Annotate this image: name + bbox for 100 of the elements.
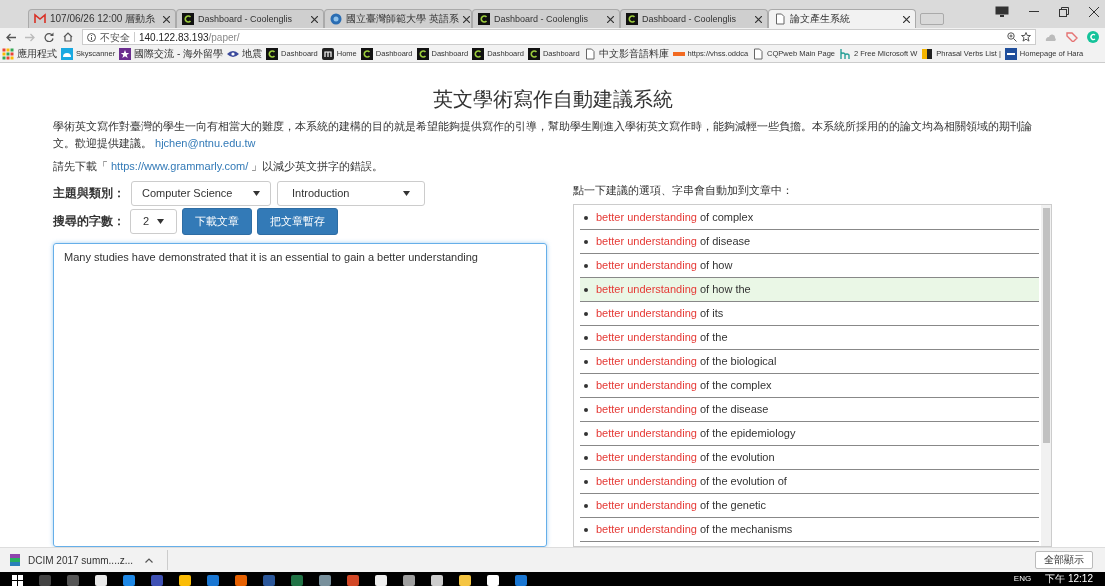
c-logo-icon <box>472 48 485 60</box>
zoom-icon[interactable] <box>1007 32 1017 42</box>
bookmark[interactable]: 中文影音語料庫 <box>583 48 669 60</box>
suggestion-item[interactable]: better understanding of the complex <box>580 374 1039 398</box>
suggestion-item[interactable]: better understanding of the biological <box>580 350 1039 374</box>
c-logo-icon <box>626 13 638 25</box>
bookmark[interactable]: 地震 <box>227 48 263 60</box>
grammarly-link[interactable]: https://www.grammarly.com/ <box>108 160 252 172</box>
back-icon[interactable] <box>6 32 16 42</box>
bullet-icon <box>584 359 588 364</box>
security-label: 不安全 <box>100 30 130 45</box>
globe-icon <box>330 13 342 25</box>
suggestion-item[interactable]: better understanding of the disease <box>580 398 1039 422</box>
tab-title: 107/06/26 12:00 層動糸 <box>50 13 157 25</box>
essay-textarea[interactable]: Many studies have demonstrated that it is an essential to gain a better understanding <box>53 243 547 547</box>
browser-tab[interactable]: Dashboard - Coolenglis <box>472 9 620 28</box>
close-icon[interactable] <box>462 15 470 23</box>
caret-icon <box>145 557 154 563</box>
info-icon <box>87 32 96 42</box>
c-logo-icon <box>527 48 540 60</box>
bullet-icon <box>584 263 588 268</box>
bookmark[interactable]: 國際交流 - 海外留學 <box>119 48 224 60</box>
apps-icon <box>2 48 14 60</box>
dropdown-icon <box>253 190 260 196</box>
cloud-icon <box>61 48 73 60</box>
grammarly-note: 請先下載「 https://www.grammarly.com/ 」以減少英文拼字的錯誤。 <box>53 159 385 174</box>
reload-icon[interactable] <box>44 32 54 42</box>
email-link[interactable]: hjchen@ntnu.edu.tw <box>155 137 256 149</box>
tag-icon[interactable] <box>1066 32 1078 42</box>
bullet-icon <box>584 215 588 220</box>
suggestion-item[interactable]: better understanding of the evolution of <box>580 470 1039 494</box>
scrollbar[interactable] <box>1041 205 1051 546</box>
book-icon <box>921 48 934 60</box>
close-icon[interactable] <box>903 15 910 23</box>
monitor-icon[interactable] <box>995 6 1009 17</box>
suggestion-item[interactable]: better understanding of the genetic <box>580 494 1039 518</box>
tab-title: Dashboard - Coolenglis <box>642 13 738 25</box>
url-text: 140.122.83.193/paper/ <box>139 30 240 45</box>
bullet-icon <box>584 527 588 532</box>
suggestion-item[interactable]: better understanding of how the <box>580 278 1039 302</box>
intro-text: 學術英文寫作對臺灣的學生一向有相當大的難度，本系統的建構的目的就是希望能夠提供寫作的引導，幫助學生剛進入學術英文寫作時，能夠減輕一些負擔。本系統所採用的的論文均為相關領域的期刊論文。歡迎提供建議。 hjchen@ntnu.edu.tw <box>53 119 1033 151</box>
star-icon <box>119 48 132 60</box>
browser-tab[interactable]: 107/06/26 12:00 層動糸 <box>28 9 176 28</box>
count-label: 搜尋的字數： <box>53 213 125 230</box>
suggestion-item[interactable]: better understanding of the <box>580 326 1039 350</box>
hm-logo-icon <box>839 48 851 60</box>
action-button[interactable]: 把文章暫存 <box>257 207 338 235</box>
show-all-button[interactable]: 全部顯示 <box>1035 551 1093 569</box>
dropdown-icon <box>403 190 410 196</box>
address-bar[interactable]: 不安全 140.122.83.193/paper/ <box>82 29 1036 45</box>
action-button[interactable]: 下載文章 <box>182 207 252 235</box>
c-logo-icon <box>416 48 429 60</box>
suggestion-item[interactable]: better understanding of disease <box>580 230 1039 254</box>
close-icon[interactable] <box>1089 6 1099 17</box>
c-logo-icon <box>360 48 373 60</box>
tab-title: 論文產生系統 <box>790 13 851 25</box>
star-icon[interactable] <box>1021 32 1031 42</box>
language-indicator[interactable]: ENG <box>1013 572 1032 586</box>
dropdown-icon <box>157 218 164 224</box>
close-icon[interactable] <box>311 15 318 23</box>
bookmark[interactable]: 應用程式 <box>2 48 57 60</box>
archive-icon <box>10 554 20 566</box>
page-icon <box>752 48 765 60</box>
browser-tab[interactable]: 論文產生系統 <box>768 9 916 28</box>
suggestion-item[interactable]: better understanding of complex <box>580 206 1039 230</box>
close-icon[interactable] <box>607 15 614 23</box>
windows-icon[interactable] <box>12 575 24 586</box>
home-icon[interactable] <box>63 32 73 42</box>
close-icon[interactable] <box>163 15 170 23</box>
square-logo-icon <box>1004 48 1017 60</box>
c-logo-icon <box>266 48 279 60</box>
section-select[interactable]: Introduction <box>277 180 425 206</box>
download-item[interactable]: DCIM 2017 summ....z... <box>10 550 169 570</box>
topic-select[interactable]: Computer Science <box>131 180 271 206</box>
bullet-icon <box>584 287 588 292</box>
suggestion-item[interactable]: better understanding of the evolution <box>580 446 1039 470</box>
bullet-icon <box>584 479 588 484</box>
browser-tab[interactable]: Dashboard - Coolenglis <box>620 9 768 28</box>
bullet-icon <box>584 335 588 340</box>
browser-tab[interactable]: 國立臺灣師範大學 英語系 <box>324 9 472 28</box>
topic-label: 主題與類別： <box>53 185 125 202</box>
bullet-icon <box>584 431 588 436</box>
suggestion-item[interactable]: better understanding of its <box>580 302 1039 326</box>
suggestion-item[interactable]: better understanding of the mechanisms <box>580 518 1039 542</box>
m-logo-icon <box>321 48 334 60</box>
suggestion-item[interactable]: better understanding of the epidemiology <box>580 422 1039 446</box>
count-select[interactable]: 2 <box>130 208 177 234</box>
restore-icon[interactable] <box>1059 6 1069 17</box>
tab-title: Dashboard - Coolenglis <box>198 13 294 25</box>
browser-tab[interactable]: Dashboard - Coolenglis <box>176 9 324 28</box>
tab-title: Dashboard - Coolenglis <box>494 13 590 25</box>
bullet-icon <box>584 455 588 460</box>
close-icon[interactable] <box>755 15 762 23</box>
page-title: 英文學術寫作自動建議系統 <box>431 87 674 112</box>
bullet-icon <box>584 311 588 316</box>
clock[interactable]: 下午 12:12 <box>1045 573 1093 585</box>
minimize-icon[interactable] <box>1029 10 1039 13</box>
c-logo-icon <box>182 13 194 25</box>
page-icon <box>774 13 786 25</box>
bullet-icon <box>584 239 588 244</box>
